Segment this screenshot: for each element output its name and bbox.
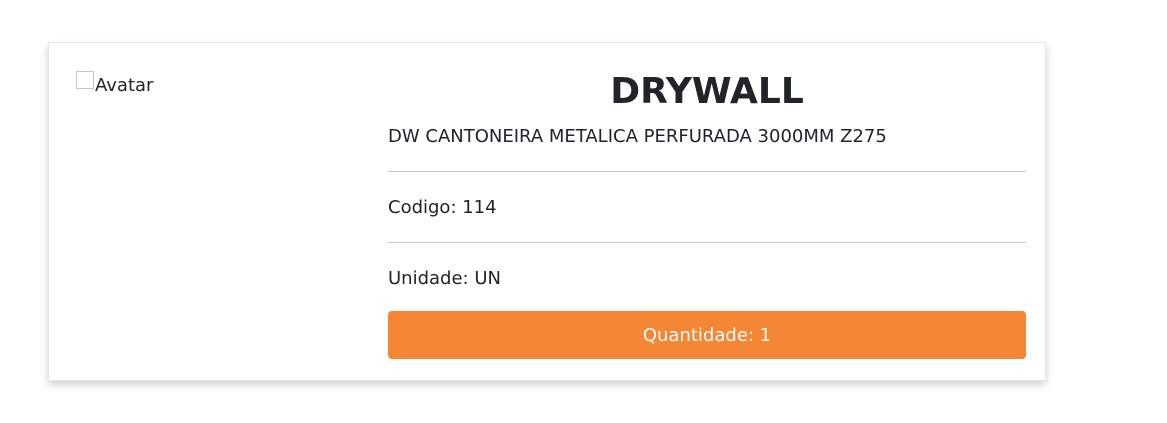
product-title: DRYWALL	[610, 71, 804, 112]
product-unit: Unidade: UN	[388, 268, 501, 289]
avatar: Avatar	[76, 71, 153, 96]
product-description: DW CANTONEIRA METALICA PERFURADA 3000MM …	[388, 125, 1026, 172]
avatar-alt-text: Avatar	[95, 75, 154, 96]
product-card: Avatar DRYWALL DW CANTONEIRA METALICA PE…	[48, 42, 1046, 381]
quantity-button[interactable]: Quantidade: 1	[388, 311, 1026, 359]
product-details: DRYWALL DW CANTONEIRA METALICA PERFURADA…	[388, 67, 1026, 359]
product-code: Codigo: 114	[388, 172, 1026, 243]
broken-image-icon	[76, 71, 94, 89]
